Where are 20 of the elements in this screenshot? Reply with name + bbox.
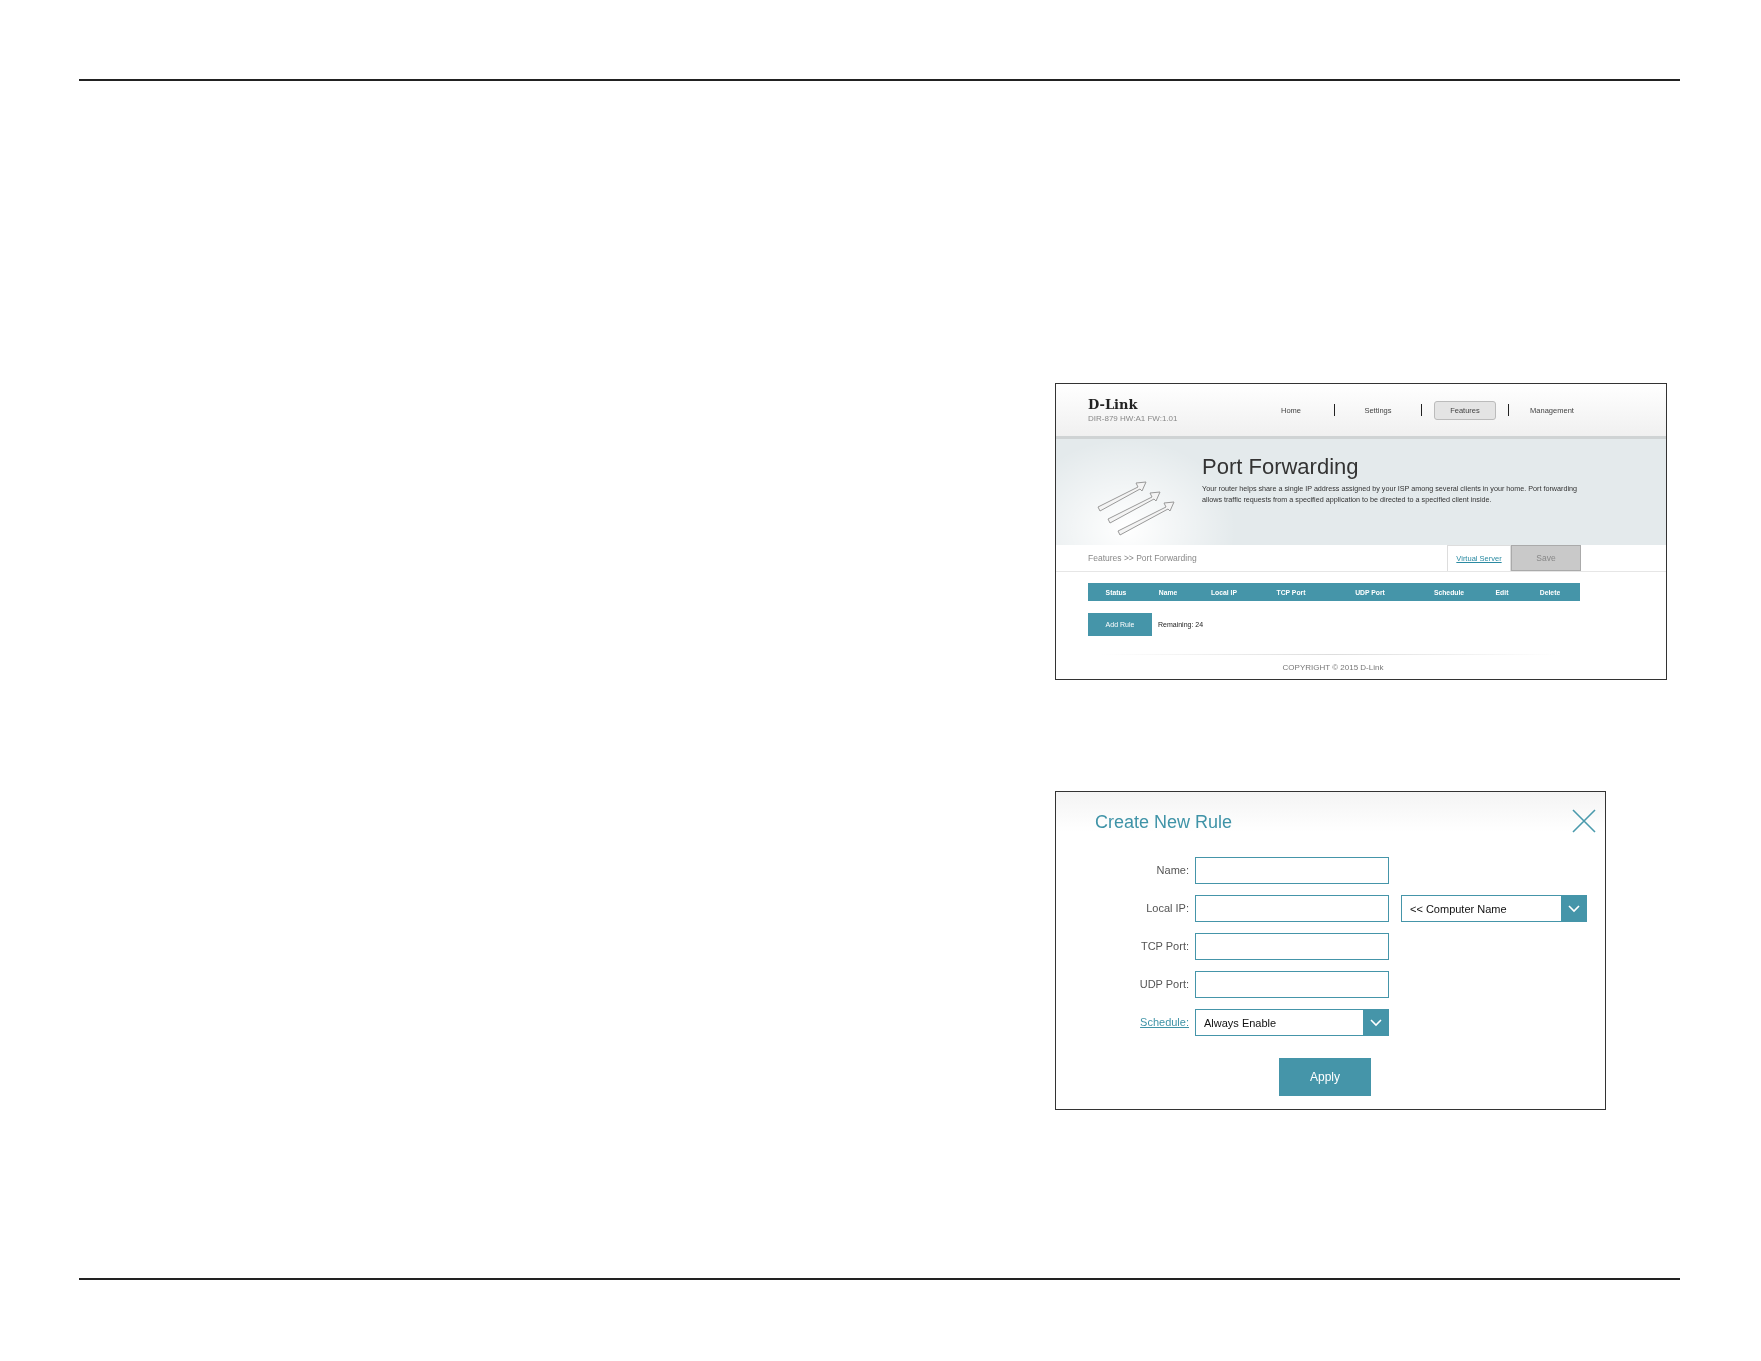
input-field[interactable] bbox=[1195, 895, 1389, 922]
field-label: Local IP: bbox=[1145, 901, 1189, 916]
field-label: UDP Port: bbox=[1138, 977, 1189, 992]
dialog-title: Create New Rule bbox=[1095, 812, 1233, 833]
field-label: Name: bbox=[1155, 863, 1189, 878]
copyright-text: COPYRIGHT © 2015 D-Link bbox=[1281, 663, 1385, 672]
schedule-link[interactable]: Schedule: bbox=[1062, 1009, 1189, 1036]
dropdown[interactable]: << Computer Name bbox=[1401, 895, 1587, 922]
chevron-icon bbox=[1369, 1018, 1382, 1027]
chevron-icon bbox=[1567, 904, 1580, 913]
close-icon[interactable] bbox=[1572, 809, 1596, 833]
dropdown[interactable]: Always Enable bbox=[1195, 1009, 1389, 1036]
page-title: Port Forwarding bbox=[1202, 454, 1360, 480]
breadcrumb: Features >> Port Forwarding bbox=[1088, 553, 1197, 563]
field-label: TCP Port: bbox=[1139, 939, 1189, 954]
input-field[interactable] bbox=[1195, 971, 1389, 998]
input-field[interactable] bbox=[1195, 933, 1389, 960]
input-field[interactable] bbox=[1195, 857, 1389, 884]
logo: D-Link bbox=[1088, 397, 1139, 412]
model-text: DIR-879 HW:A1 FW:1.01 bbox=[1088, 413, 1179, 423]
